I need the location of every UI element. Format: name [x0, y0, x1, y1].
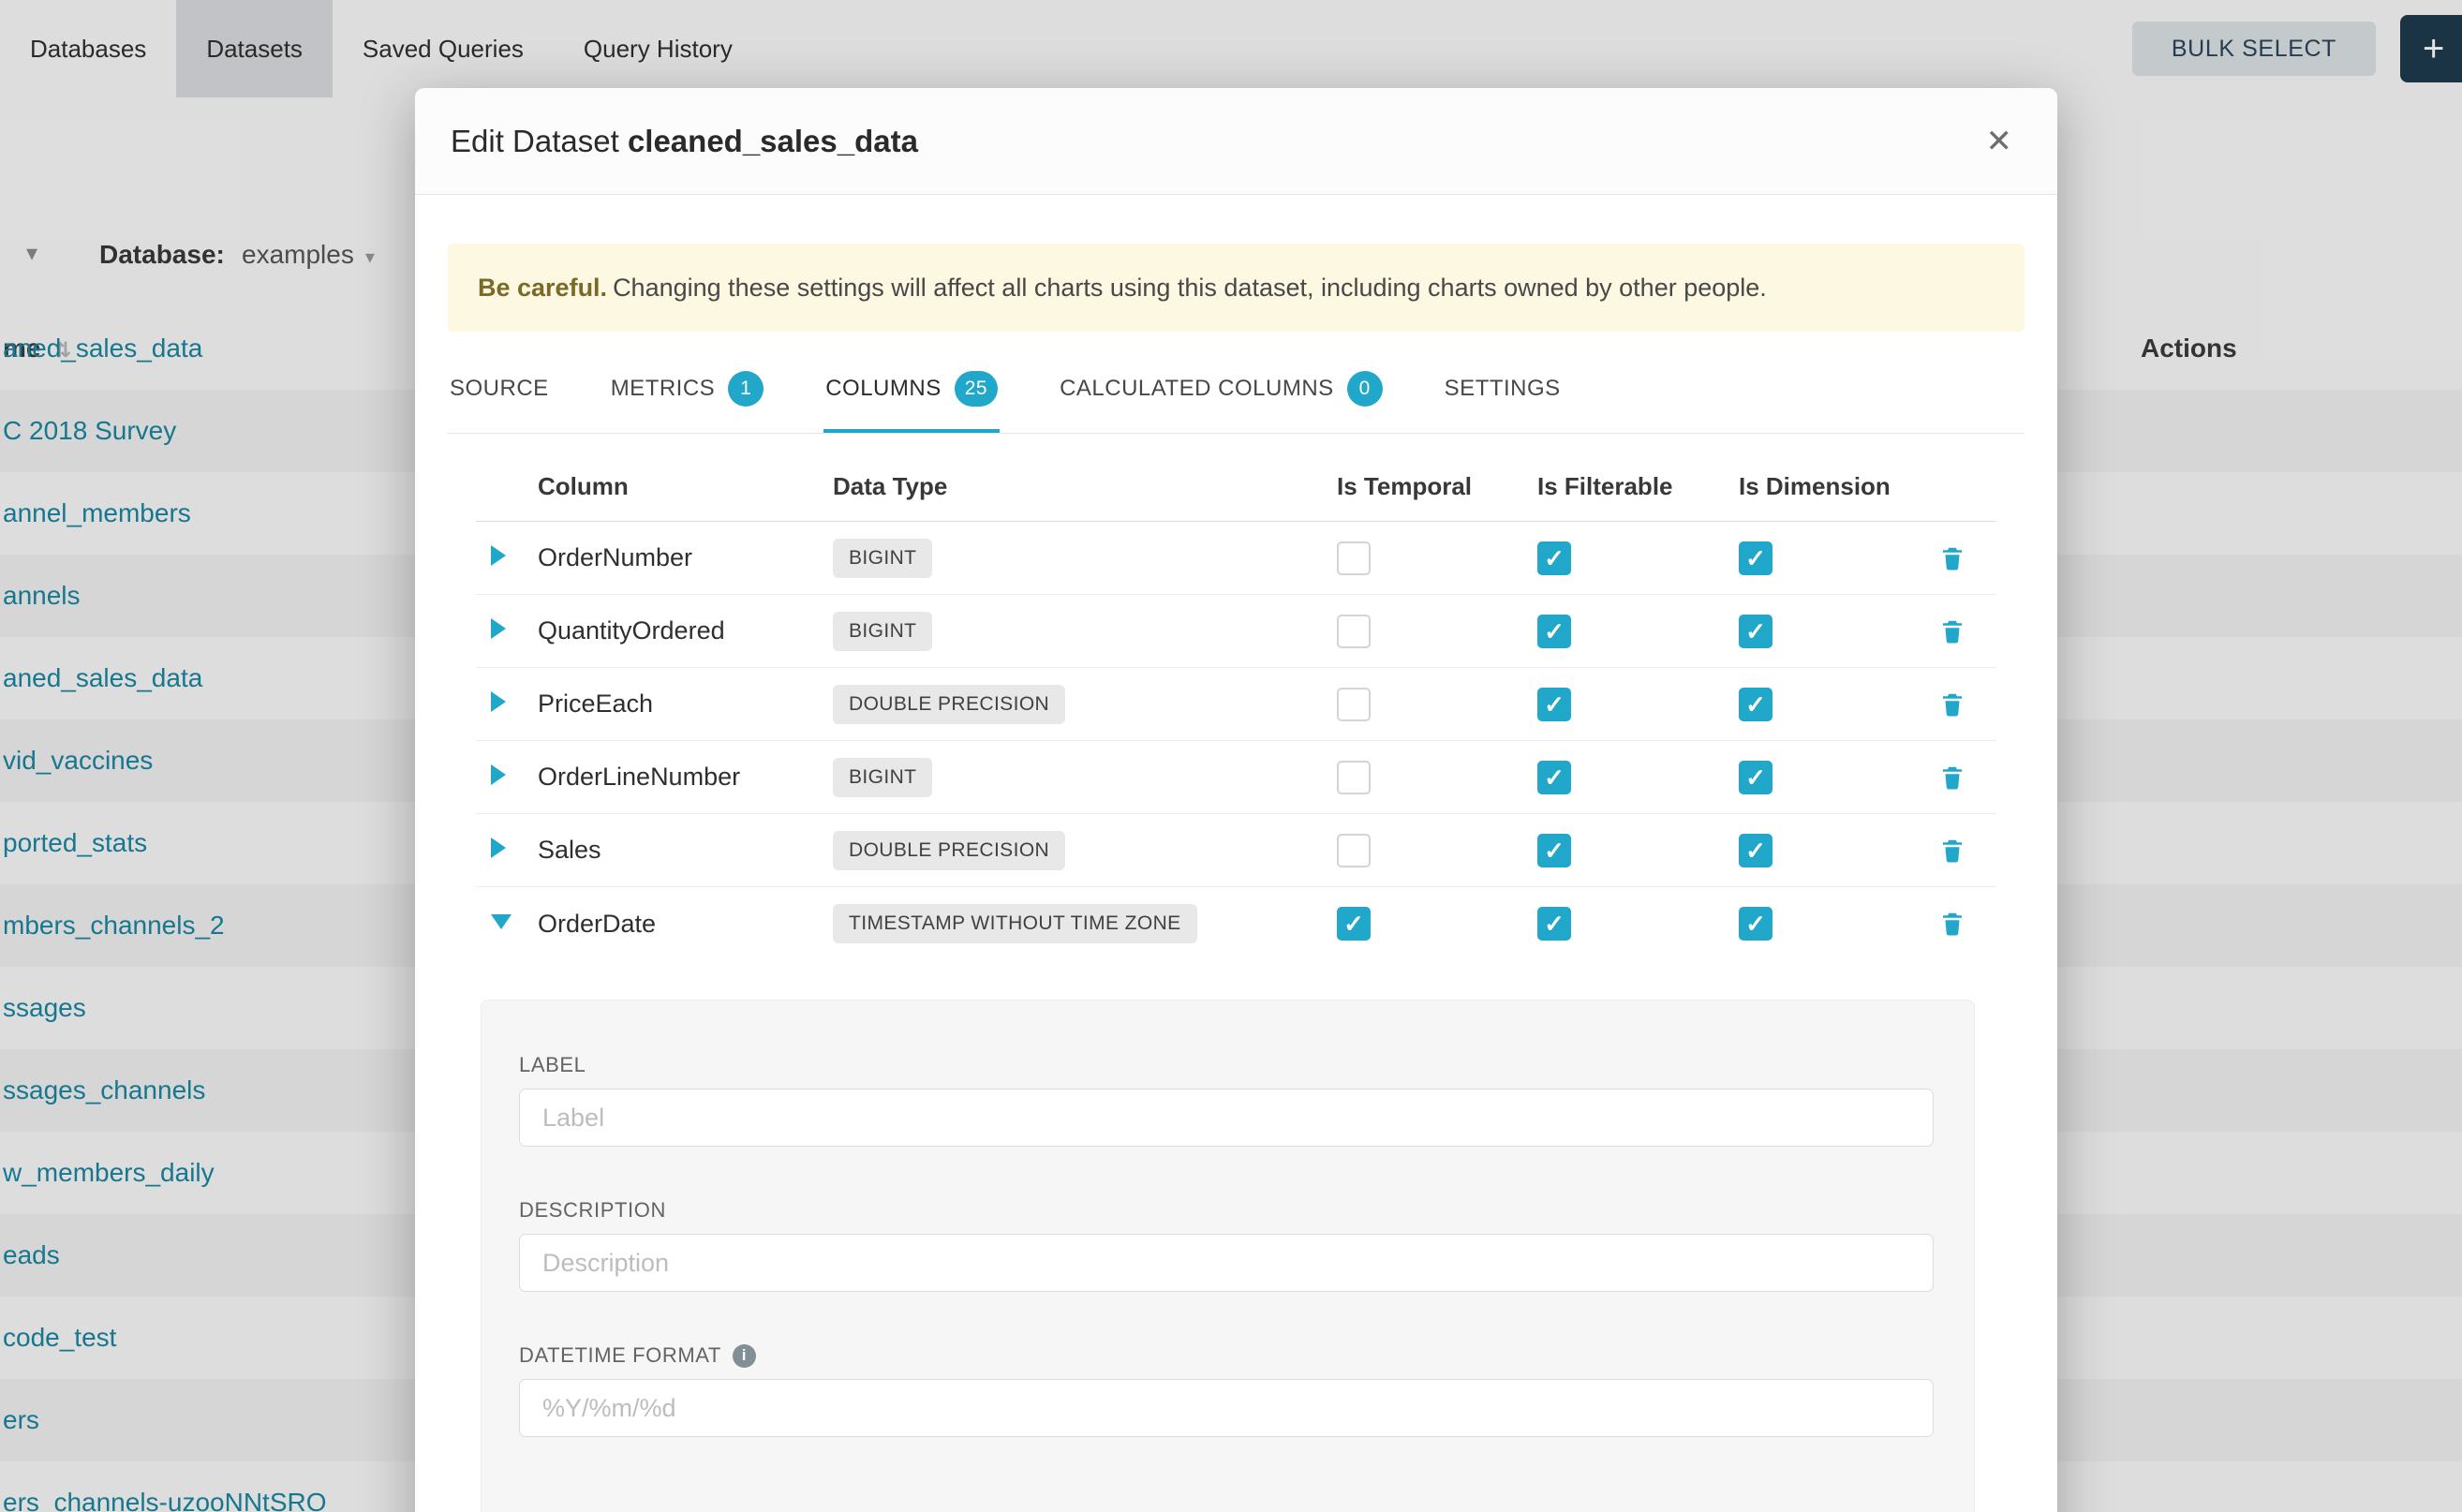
is-temporal-checkbox[interactable] — [1337, 615, 1371, 648]
is-temporal-checkbox[interactable] — [1337, 688, 1371, 721]
is-filterable-checkbox[interactable] — [1537, 688, 1571, 721]
columns-table: Column Data Type Is Temporal Is Filterab… — [476, 452, 1996, 960]
column-row: Sales DOUBLE PRECISION — [476, 814, 1996, 887]
header-data-type: Data Type — [833, 472, 1337, 501]
is-dimension-checkbox[interactable] — [1739, 688, 1772, 721]
modal-header: Edit Dataset cleaned_sales_data ✕ — [415, 88, 2057, 195]
tab-source[interactable]: SOURCE — [448, 354, 551, 433]
header-is-dimension: Is Dimension — [1739, 472, 1907, 501]
column-row: PriceEach DOUBLE PRECISION — [476, 668, 1996, 741]
header-is-temporal: Is Temporal — [1337, 472, 1537, 501]
data-type-pill: BIGINT — [833, 539, 932, 578]
tab-metrics[interactable]: METRICS1 — [609, 354, 766, 433]
description-field: DESCRIPTION — [519, 1198, 1936, 1292]
header-is-filterable: Is Filterable — [1537, 472, 1739, 501]
column-name: Sales — [538, 836, 833, 865]
data-type-pill: TIMESTAMP WITHOUT TIME ZONE — [833, 904, 1197, 943]
is-filterable-checkbox[interactable] — [1537, 834, 1571, 867]
modal-title: Edit Dataset cleaned_sales_data — [451, 124, 918, 159]
is-temporal-checkbox[interactable] — [1337, 761, 1371, 794]
is-dimension-checkbox[interactable] — [1739, 907, 1772, 941]
edit-dataset-modal: Edit Dataset cleaned_sales_data ✕ Be car… — [415, 88, 2057, 1512]
data-type-pill: BIGINT — [833, 612, 932, 651]
dataset-name: cleaned_sales_data — [628, 124, 918, 158]
is-dimension-checkbox[interactable] — [1739, 834, 1772, 867]
tab-badge: 25 — [955, 371, 998, 407]
delete-column-icon[interactable] — [1938, 544, 1966, 572]
data-type-pill: BIGINT — [833, 758, 932, 797]
column-name: PriceEach — [538, 689, 833, 719]
app-window: Databases Datasets Saved Queries Query H… — [0, 0, 2462, 1512]
is-filterable-checkbox[interactable] — [1537, 761, 1571, 794]
column-name: OrderNumber — [538, 543, 833, 572]
tab-columns[interactable]: COLUMNS25 — [823, 354, 1000, 433]
column-name: OrderDate — [538, 910, 833, 939]
delete-column-icon[interactable] — [1938, 690, 1966, 719]
modal-body: Be careful.Changing these settings will … — [415, 244, 2057, 1512]
column-detail-panel: LABEL DESCRIPTION DATETIME FORMAT i — [481, 1000, 1975, 1512]
expand-caret-icon[interactable] — [491, 545, 506, 566]
tab-settings[interactable]: SETTINGS — [1443, 354, 1563, 433]
expand-caret-icon[interactable] — [491, 691, 506, 712]
column-row: QuantityOrdered BIGINT — [476, 595, 1996, 668]
delete-column-icon[interactable] — [1938, 763, 1966, 792]
label-field-label: LABEL — [519, 1053, 1936, 1077]
column-name: OrderLineNumber — [538, 763, 833, 792]
is-temporal-checkbox[interactable] — [1337, 834, 1371, 867]
expand-caret-icon[interactable] — [491, 838, 506, 858]
column-name: QuantityOrdered — [538, 616, 833, 645]
collapse-caret-icon[interactable] — [491, 914, 512, 929]
column-row: OrderLineNumber BIGINT — [476, 741, 1996, 814]
info-icon[interactable]: i — [733, 1344, 756, 1368]
warning-banner: Be careful.Changing these settings will … — [448, 244, 2024, 332]
delete-column-icon[interactable] — [1938, 910, 1966, 938]
is-filterable-checkbox[interactable] — [1537, 907, 1571, 941]
is-dimension-checkbox[interactable] — [1739, 761, 1772, 794]
header-column: Column — [538, 472, 833, 501]
expand-caret-icon[interactable] — [491, 764, 506, 785]
datetime-format-field: DATETIME FORMAT i — [519, 1343, 1936, 1437]
data-type-pill: DOUBLE PRECISION — [833, 831, 1065, 870]
modal-tabs: SOURCE METRICS1 COLUMNS25 CALCULATED COL… — [448, 354, 2024, 434]
description-field-label: DESCRIPTION — [519, 1198, 1936, 1223]
columns-table-header: Column Data Type Is Temporal Is Filterab… — [476, 452, 1996, 522]
is-dimension-checkbox[interactable] — [1739, 541, 1772, 575]
datetime-format-field-label: DATETIME FORMAT i — [519, 1343, 1936, 1368]
is-dimension-checkbox[interactable] — [1739, 615, 1772, 648]
is-temporal-checkbox[interactable] — [1337, 541, 1371, 575]
delete-column-icon[interactable] — [1938, 617, 1966, 645]
tab-badge: 0 — [1347, 371, 1383, 407]
column-row: OrderDate TIMESTAMP WITHOUT TIME ZONE — [476, 887, 1996, 960]
column-row: OrderNumber BIGINT — [476, 522, 1996, 595]
is-temporal-checkbox[interactable] — [1337, 907, 1371, 941]
close-icon[interactable]: ✕ — [1977, 117, 2023, 166]
description-input[interactable] — [519, 1234, 1934, 1292]
tab-calculated-columns[interactable]: CALCULATED COLUMNS0 — [1058, 354, 1385, 433]
is-filterable-checkbox[interactable] — [1537, 541, 1571, 575]
warning-bold: Be careful. — [478, 274, 607, 302]
delete-column-icon[interactable] — [1938, 837, 1966, 865]
expand-caret-icon[interactable] — [491, 618, 506, 639]
datetime-format-input[interactable] — [519, 1379, 1934, 1437]
is-filterable-checkbox[interactable] — [1537, 615, 1571, 648]
data-type-pill: DOUBLE PRECISION — [833, 685, 1065, 724]
warning-text: Changing these settings will affect all … — [613, 274, 1767, 302]
tab-badge: 1 — [728, 371, 764, 407]
label-field: LABEL — [519, 1053, 1936, 1147]
label-input[interactable] — [519, 1089, 1934, 1147]
